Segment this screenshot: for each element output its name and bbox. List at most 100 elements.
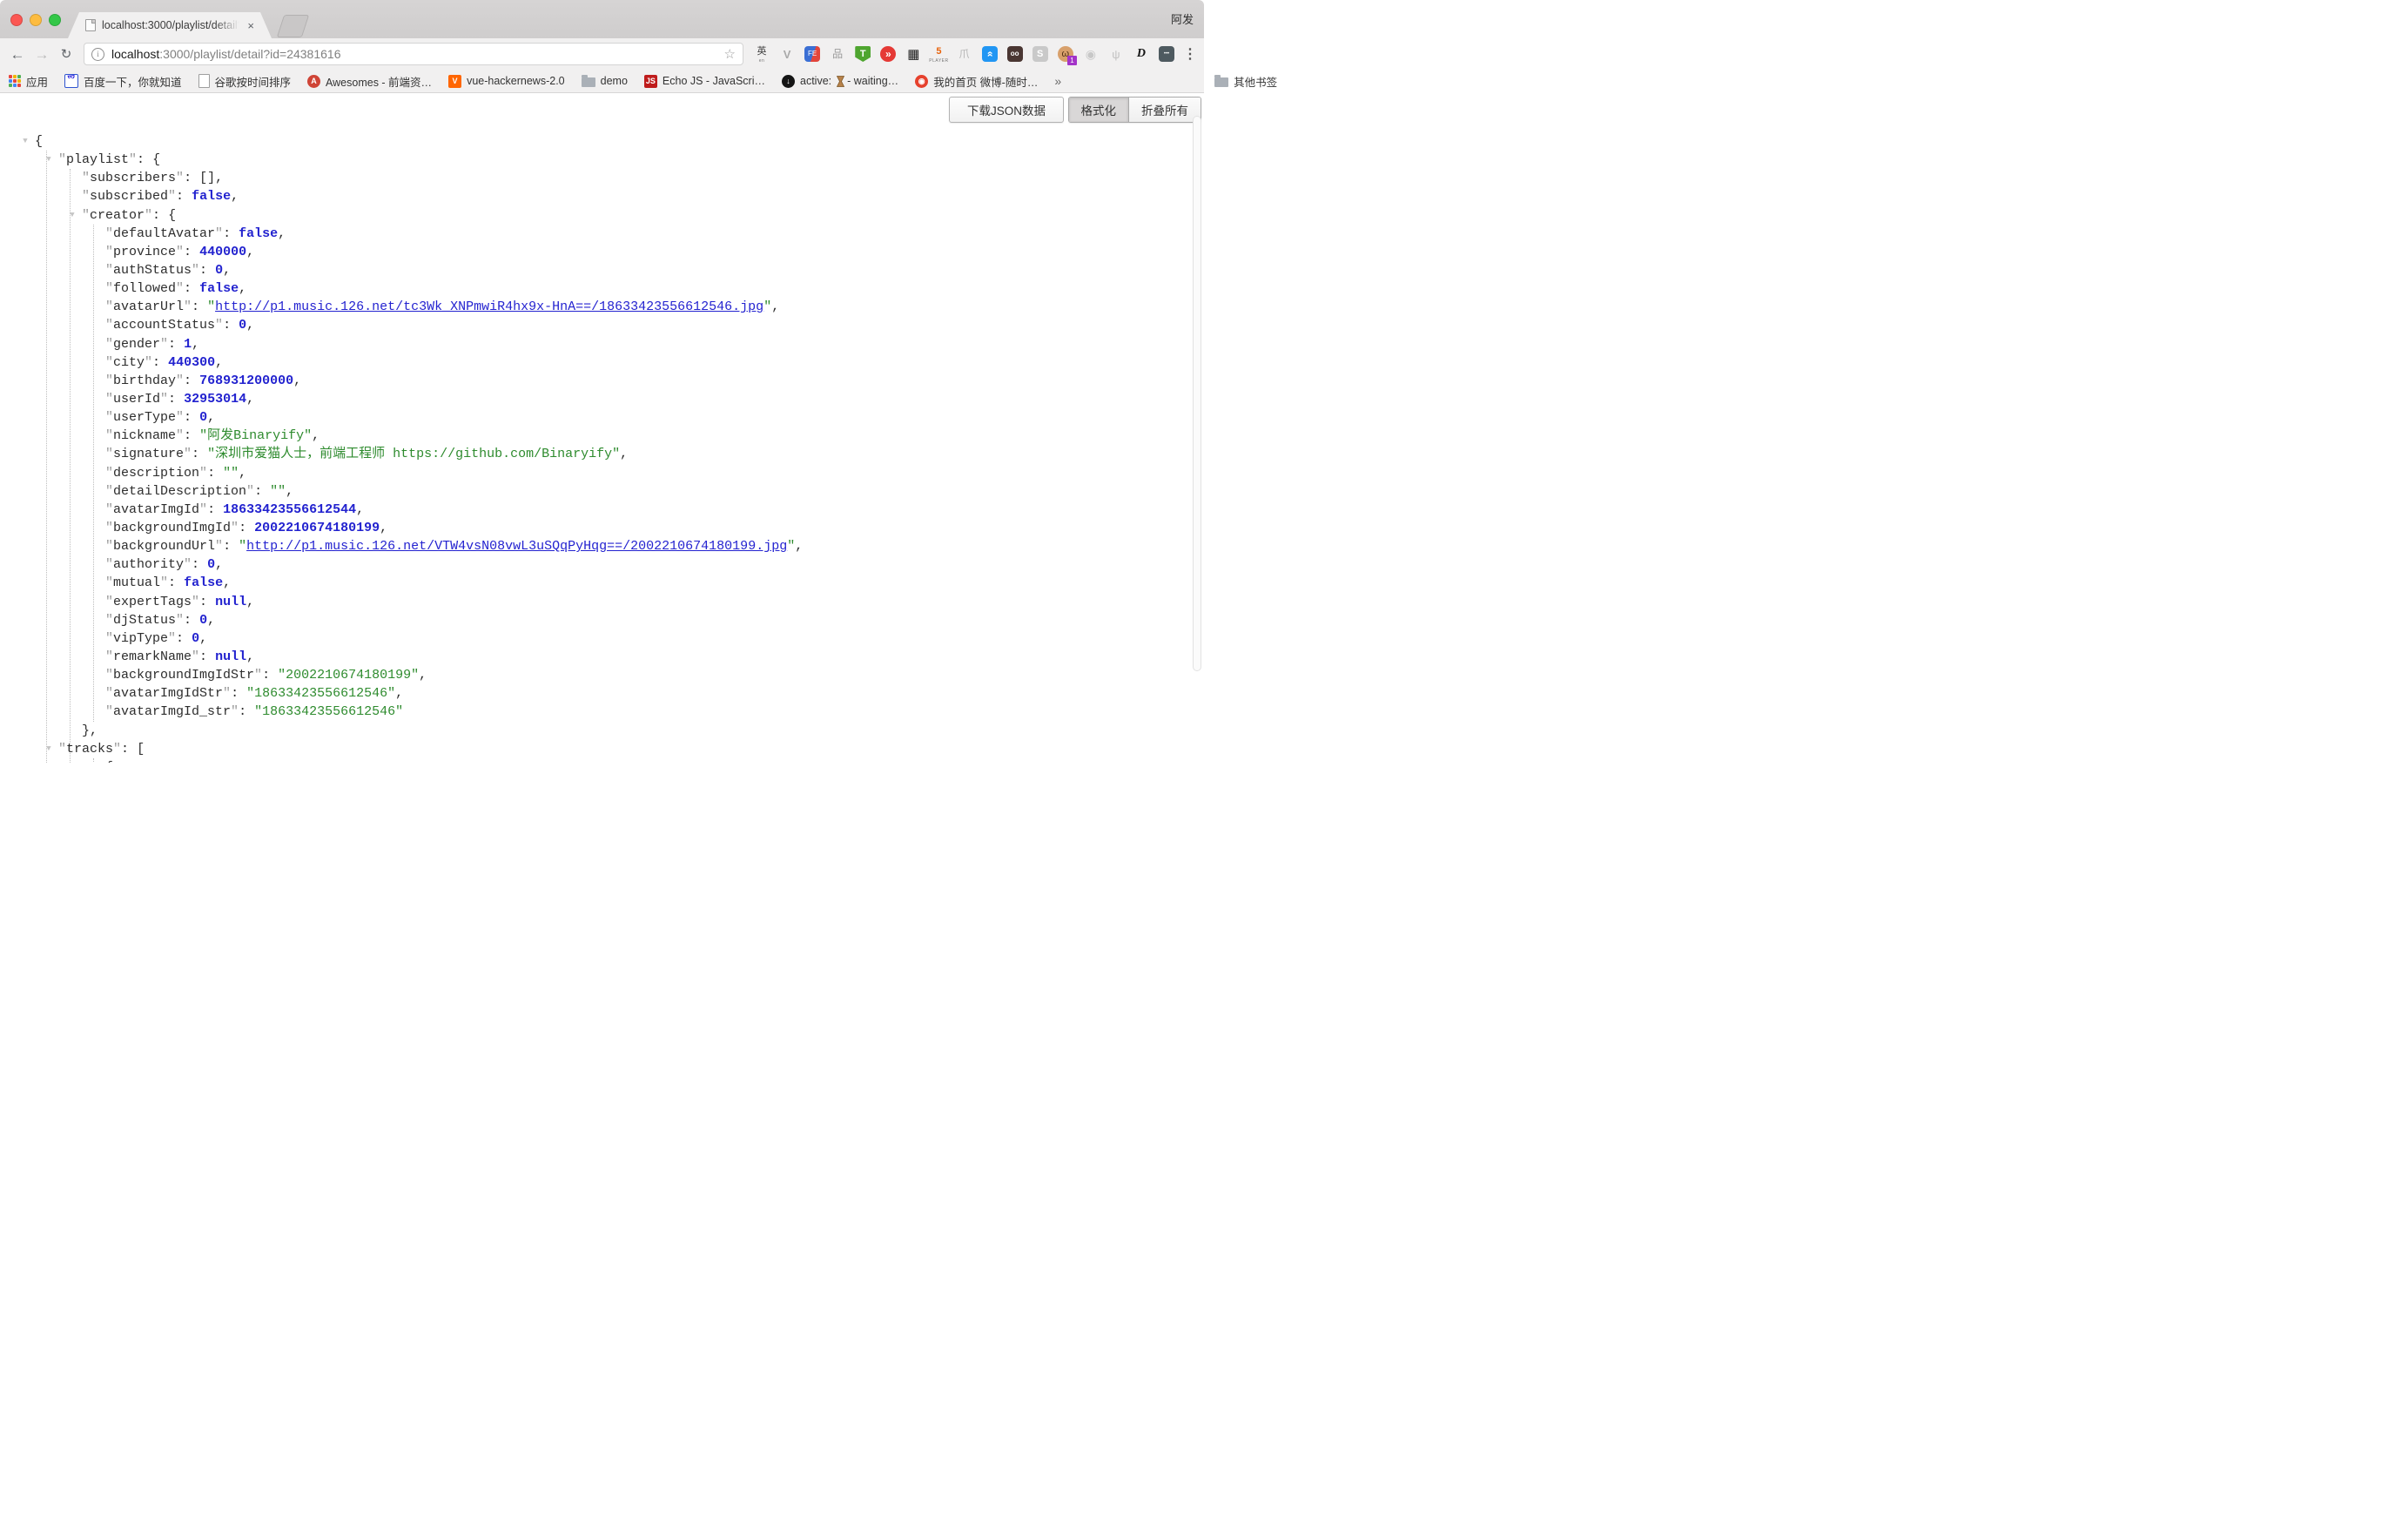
fetch-download-extension-icon[interactable]: » bbox=[980, 44, 999, 64]
json-line: "userId": 32953014, bbox=[0, 390, 1204, 408]
json-token: " bbox=[105, 631, 113, 646]
json-token: " bbox=[113, 742, 121, 757]
bookmarks-bar: 应用爫百度一下，你就知道谷歌按时间排序 AAwesomes - 前端资… Vvue-… bbox=[0, 70, 1204, 93]
folder-icon bbox=[1214, 77, 1228, 87]
qr-code-extension-icon[interactable]: ▦ bbox=[904, 44, 923, 64]
json-token: , bbox=[215, 557, 223, 572]
tab-title: localhost:3000/playlist/detail?i bbox=[102, 19, 239, 31]
s-letter-extension-icon[interactable]: S bbox=[1031, 44, 1050, 64]
json-token: " bbox=[192, 649, 199, 664]
url-text[interactable]: localhost:3000/playlist/detail?id=243816… bbox=[111, 47, 341, 61]
bookmark-awesomes[interactable]: AAwesomes - 前端资… bbox=[307, 73, 432, 90]
bookmark-echojs[interactable]: JSEcho JS - JavaScri… bbox=[644, 75, 765, 88]
url-path: :3000/playlist/detail?id=24381616 bbox=[159, 47, 340, 61]
json-token: " bbox=[105, 281, 113, 296]
json-key: authStatus bbox=[113, 263, 192, 278]
json-link[interactable]: http://p1.music.126.net/VTW4vsN08vwL3uSQ… bbox=[246, 539, 787, 554]
json-token: , bbox=[246, 318, 254, 333]
json-token: : bbox=[176, 631, 192, 646]
reload-button[interactable]: ↻ bbox=[54, 48, 78, 61]
json-token: " bbox=[160, 337, 168, 352]
json-value: 18633423556612546 bbox=[262, 704, 395, 719]
json-token: : bbox=[184, 373, 199, 388]
json-key: mutual bbox=[113, 575, 160, 590]
json-token: " bbox=[207, 447, 215, 461]
collapse-arrow-icon[interactable]: ▼ bbox=[43, 151, 55, 169]
format-button[interactable]: 格式化 bbox=[1069, 98, 1129, 122]
bird-extension-icon[interactable]: ψ bbox=[1106, 44, 1126, 64]
new-tab-button[interactable] bbox=[277, 15, 309, 37]
bookmark-active[interactable]: ↓active:- waiting… bbox=[782, 75, 898, 88]
download-json-button[interactable]: 下载JSON数据 bbox=[949, 97, 1064, 123]
other-bookmarks-button[interactable]: 其他书签 bbox=[1214, 73, 1277, 90]
d-letter-extension-icon[interactable]: D bbox=[1132, 44, 1151, 64]
vue-devtools-extension-icon[interactable]: V bbox=[777, 44, 797, 64]
json-key: creator bbox=[90, 208, 145, 223]
bookmark-apps[interactable]: 应用 bbox=[9, 73, 48, 90]
json-token: " bbox=[223, 466, 231, 481]
paw-extension-icon[interactable]: 爪 bbox=[955, 44, 974, 64]
bookmark-label: active: bbox=[800, 75, 831, 87]
json-token: " bbox=[192, 263, 199, 278]
json-line: "vipType": 0, bbox=[0, 629, 1204, 648]
translate-extension-icon[interactable]: 英en bbox=[752, 44, 771, 64]
browser-tab[interactable]: localhost:3000/playlist/detail?i × bbox=[68, 12, 272, 38]
html5-player-extension-icon[interactable]: 5PLAYER bbox=[929, 44, 948, 64]
json-bracket: [] bbox=[199, 171, 215, 185]
json-token: , bbox=[771, 299, 779, 314]
bookmark-vue-hackernews[interactable]: Vvue-hackernews-2.0 bbox=[448, 75, 565, 88]
page-favicon-icon bbox=[85, 19, 96, 31]
bookmark-baidu[interactable]: 爫百度一下，你就知道 bbox=[64, 73, 182, 90]
sitemap-extension-icon[interactable]: 品 bbox=[828, 44, 847, 64]
collapse-arrow-icon[interactable]: ▼ bbox=[90, 758, 102, 763]
json-token: " bbox=[184, 447, 192, 461]
json-token: " bbox=[176, 613, 184, 628]
proxy-mask-extension-icon[interactable]: oo bbox=[1006, 44, 1025, 64]
collapse-arrow-icon[interactable]: ▼ bbox=[19, 132, 31, 151]
video-speed-extension-icon[interactable]: » bbox=[878, 44, 898, 64]
bookmark-google-sort[interactable]: 谷歌按时间排序 bbox=[198, 73, 292, 90]
collapse-arrow-icon[interactable]: ▼ bbox=[43, 740, 55, 758]
tampermonkey-extension-icon[interactable]: T bbox=[853, 44, 872, 64]
bookmark-items: 应用爫百度一下，你就知道谷歌按时间排序 AAwesomes - 前端资… Vvue-… bbox=[9, 73, 1054, 90]
json-token: " bbox=[105, 521, 113, 535]
json-token: " bbox=[215, 226, 223, 241]
json-value: 0 bbox=[239, 318, 246, 333]
close-window-button[interactable] bbox=[10, 14, 23, 26]
json-key: nickname bbox=[113, 428, 176, 443]
profile-name[interactable]: 阿发 bbox=[1171, 10, 1194, 27]
json-key: signature bbox=[113, 447, 184, 461]
json-token: " bbox=[387, 686, 395, 701]
json-value: null bbox=[215, 649, 246, 664]
site-info-icon[interactable]: i bbox=[91, 48, 104, 61]
collapse-arrow-icon[interactable]: ▼ bbox=[66, 206, 78, 225]
fe-helper-extension-icon[interactable]: FE bbox=[803, 44, 822, 64]
json-token: : bbox=[176, 189, 192, 204]
monkey-extension-icon[interactable]: ω1 bbox=[1056, 44, 1075, 64]
json-line: "avatarImgIdStr": "18633423556612546", bbox=[0, 684, 1204, 703]
json-link[interactable]: http://p1.music.126.net/tc3Wk_XNPmwiR4hx… bbox=[215, 299, 763, 314]
page-scrollbar[interactable] bbox=[1193, 116, 1201, 671]
json-token: : bbox=[231, 686, 246, 701]
json-value: 18633423556612546 bbox=[254, 686, 387, 701]
weibo-eye-extension-icon[interactable]: ◉ bbox=[1081, 44, 1100, 64]
minimize-window-button[interactable] bbox=[30, 14, 42, 26]
bookmarks-overflow-icon[interactable]: » bbox=[1054, 74, 1061, 88]
collapse-all-button[interactable]: 折叠所有 bbox=[1128, 98, 1201, 122]
json-bracket: { bbox=[168, 208, 176, 223]
json-key: backgroundUrl bbox=[113, 539, 215, 554]
switchy-dots-extension-icon[interactable]: ••• bbox=[1157, 44, 1176, 64]
tab-close-icon[interactable]: × bbox=[247, 20, 254, 31]
json-token: , bbox=[223, 575, 231, 590]
json-token: " bbox=[105, 263, 113, 278]
zoom-window-button[interactable] bbox=[49, 14, 61, 26]
url-bar[interactable]: i localhost:3000/playlist/detail?id=2438… bbox=[84, 43, 743, 65]
bookmark-star-icon[interactable]: ☆ bbox=[724, 48, 736, 61]
json-token: : bbox=[152, 208, 168, 223]
json-token: : bbox=[262, 668, 278, 683]
browser-menu-icon[interactable]: ⋮ bbox=[1183, 45, 1197, 63]
bookmark-demo-folder[interactable]: demo bbox=[582, 75, 628, 87]
bookmark-weibo[interactable]: ◉我的首页 微博-随时… bbox=[915, 73, 1038, 90]
back-button[interactable]: ← bbox=[5, 47, 30, 62]
json-token: " bbox=[105, 613, 113, 628]
